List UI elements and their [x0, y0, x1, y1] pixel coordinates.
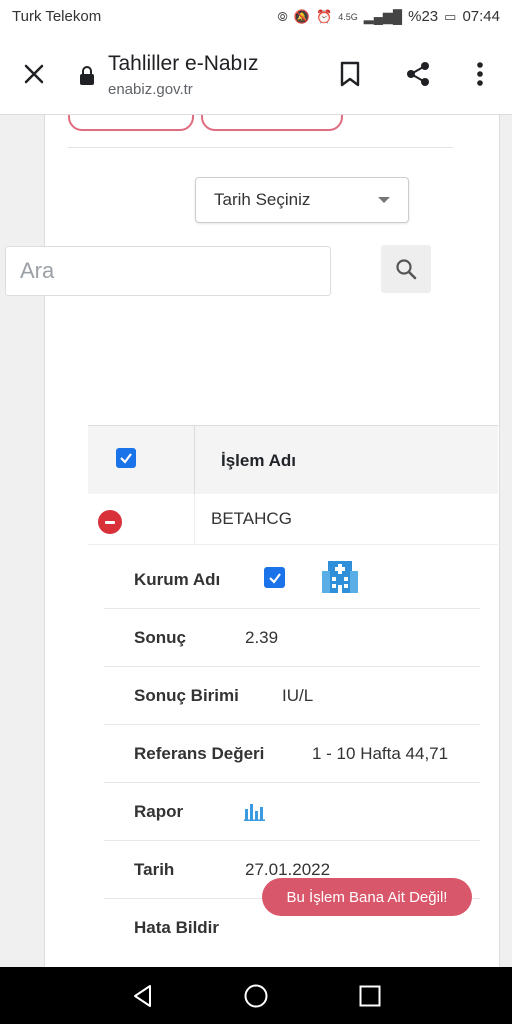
page-url: enabiz.gov.tr [108, 81, 193, 98]
detail-key: Sonuç [134, 628, 186, 647]
home-icon[interactable] [243, 983, 269, 1009]
detail-value: IU/L [282, 686, 314, 705]
mute-icon: 🔕 [293, 8, 310, 24]
detail-row-rapor: Rapor [104, 783, 480, 841]
column-header-islem-adi: İşlem Adı [221, 451, 296, 470]
kurum-checkbox[interactable] [264, 567, 285, 588]
page-title: Tahliller e-Nabız [108, 52, 259, 75]
date-select[interactable]: Tarih Seçiniz [195, 177, 409, 223]
share-button[interactable] [400, 56, 436, 92]
status-bar: Turk Telekom ⦾ 🔕 ⏰ 4.5G ▂▄▆█ %23 ▭ 07:44 [0, 0, 512, 36]
table-row[interactable]: BETAHCG [88, 494, 498, 545]
more-vert-icon [477, 62, 483, 86]
network-label: 4.5G [338, 11, 358, 22]
search-box [5, 246, 331, 296]
status-icons: ⦾ 🔕 ⏰ 4.5G ▂▄▆█ %23 ▭ 07:44 [277, 8, 500, 25]
battery-icon: ▭ [444, 8, 457, 24]
clock-time: 07:44 [462, 8, 500, 25]
select-all-checkbox[interactable] [116, 448, 136, 468]
more-options-button[interactable] [462, 56, 498, 92]
share-icon [407, 62, 429, 86]
bookmark-button[interactable] [332, 56, 368, 92]
detail-key: Sonuç Birimi [134, 686, 239, 705]
caret-down-icon [378, 197, 390, 203]
search-input[interactable] [6, 247, 322, 295]
divider [68, 147, 453, 148]
detail-row-sonuc: Sonuç 2.39 [104, 609, 480, 667]
recents-icon[interactable] [357, 983, 383, 1009]
table-header: İşlem Adı [88, 425, 498, 495]
column-divider [194, 494, 195, 544]
detail-row-referans-degeri: Referans Değeri 1 - 10 Hafta 44,71 [104, 725, 480, 783]
close-icon[interactable] [20, 60, 48, 88]
hotspot-icon: ⦾ [277, 8, 288, 24]
signal-icon: ▂▄▆█ [363, 8, 403, 24]
alarm-icon: ⏰ [316, 8, 333, 24]
detail-key: Referans Değeri [134, 744, 265, 763]
search-button[interactable] [381, 245, 431, 293]
detail-row-sonuc-birimi: Sonuç Birimi IU/L [104, 667, 480, 725]
detail-key: Hata Bildir [134, 918, 220, 937]
battery-percent: %23 [408, 8, 439, 25]
carrier-name: Turk Telekom [12, 8, 102, 25]
collapse-row-icon[interactable] [98, 510, 122, 534]
column-divider [194, 426, 195, 494]
detail-value: 27.01.2022 [245, 860, 331, 879]
report-chart-icon[interactable] [244, 801, 266, 826]
detail-value: 2.39 [245, 628, 279, 647]
filter-pill[interactable] [68, 115, 194, 131]
detail-key: Tarih [134, 860, 175, 879]
detail-value: 1 - 10 Hafta 44,71 [312, 744, 449, 763]
system-navigation-bar [0, 967, 512, 1024]
hospital-icon[interactable] [320, 557, 360, 600]
detail-key: Kurum Adı [134, 570, 221, 589]
filter-pill[interactable] [201, 115, 343, 131]
report-not-mine-button[interactable]: Bu İşlem Bana Ait Değil! [262, 878, 472, 916]
lock-icon [78, 66, 96, 86]
detail-key: Rapor [134, 802, 184, 821]
back-icon[interactable] [130, 983, 156, 1009]
bookmark-icon [340, 61, 360, 87]
browser-app-bar: Tahliller e-Nabız enabiz.gov.tr [0, 36, 512, 115]
page-content: Tarih Seçiniz İşlem Adı BETAHCG Kurum Ad… [0, 115, 512, 967]
search-icon [396, 259, 417, 280]
detail-row-kurum-adi: Kurum Adı [104, 551, 480, 609]
row-islem-adi: BETAHCG [211, 509, 292, 528]
date-select-label: Tarih Seçiniz [214, 190, 311, 209]
